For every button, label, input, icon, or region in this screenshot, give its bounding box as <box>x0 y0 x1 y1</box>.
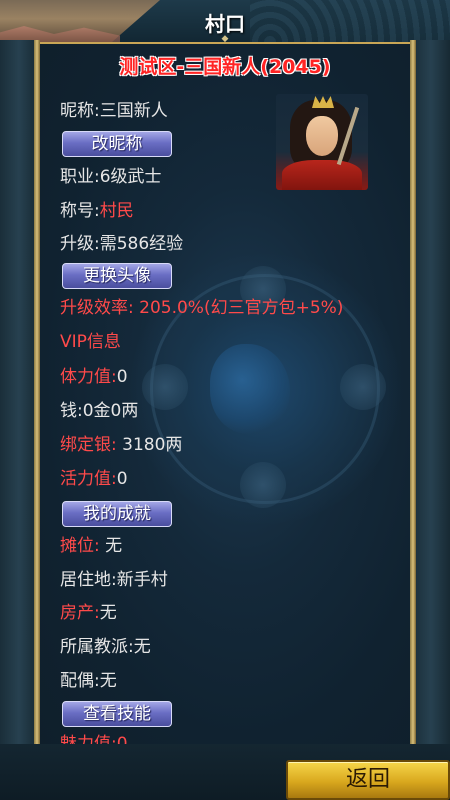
stamina-value: 0 <box>116 367 128 387</box>
avatar-face <box>306 116 338 156</box>
view-skills-button[interactable]: 查看技能 <box>62 701 172 727</box>
stamina-label: 体力值: <box>60 367 117 387</box>
property-label: 房产: <box>60 603 100 623</box>
character-avatar[interactable] <box>276 94 368 190</box>
money-text: 钱:0金0两 <box>60 401 139 421</box>
chevron-down-icon: ◆ <box>221 34 229 44</box>
title-row: 称号:村民 <box>60 200 134 222</box>
rename-button[interactable]: 改昵称 <box>62 131 172 157</box>
property-row[interactable]: 房产:无 <box>60 602 117 624</box>
right-frame <box>410 40 450 800</box>
efficiency-row[interactable]: 升级效率: 205.0%(幻三官方包+5%) <box>60 297 343 319</box>
emblem-knot <box>240 462 286 508</box>
emblem-knot <box>142 364 188 410</box>
spouse-text: 配偶:无 <box>60 671 117 691</box>
efficiency-label: 升级效率: <box>60 298 134 318</box>
right-gold-rail <box>410 40 416 800</box>
title-value-link[interactable]: 村民 <box>100 201 134 221</box>
upgrade-text: 升级:需586经验 <box>60 234 184 254</box>
job-text: 职业:6级武士 <box>60 167 162 187</box>
page-title: 村口 <box>205 12 245 36</box>
top-header: 村口 ◆ <box>0 0 450 44</box>
vip-info-link[interactable]: VIP信息 <box>60 331 121 353</box>
dragon-emblem-icon <box>210 344 290 434</box>
back-button[interactable]: 返回 <box>286 760 450 800</box>
server-zone-title: 测试区-三国新人(2045) <box>119 56 331 78</box>
stall-label: 摊位: <box>60 536 100 556</box>
property-value: 无 <box>99 603 117 623</box>
stamina-row[interactable]: 体力值:0 <box>60 366 128 388</box>
vitality-row[interactable]: 活力值:0 <box>60 468 128 490</box>
vitality-label: 活力值: <box>60 469 117 489</box>
stall-row[interactable]: 摊位: 无 <box>60 535 122 557</box>
bound-silver-row[interactable]: 绑定银: 3180两 <box>60 434 182 456</box>
stall-value: 无 <box>99 536 123 556</box>
sect-text: 所属教派:无 <box>60 637 151 657</box>
residence-text: 居住地:新手村 <box>60 570 168 590</box>
change-avatar-button[interactable]: 更换头像 <box>62 263 172 289</box>
vitality-value: 0 <box>116 469 128 489</box>
charm-text-partial: 魅力值:0 <box>60 734 128 744</box>
emblem-knot <box>340 364 386 410</box>
efficiency-value: 205.0%(幻三官方包+5%) <box>133 298 344 318</box>
avatar-crown <box>312 96 334 108</box>
avatar-robe <box>282 160 362 190</box>
bound-silver-value: 3180两 <box>116 435 183 455</box>
character-info-panel: 测试区-三国新人(2045) 昵称:三国新人 改昵称 职业:6级武士 称号:村民… <box>40 44 410 744</box>
bound-silver-label: 绑定银: <box>60 435 117 455</box>
nickname-text: 昵称:三国新人 <box>60 101 168 121</box>
achievements-button[interactable]: 我的成就 <box>62 501 172 527</box>
title-label: 称号: <box>60 201 100 221</box>
